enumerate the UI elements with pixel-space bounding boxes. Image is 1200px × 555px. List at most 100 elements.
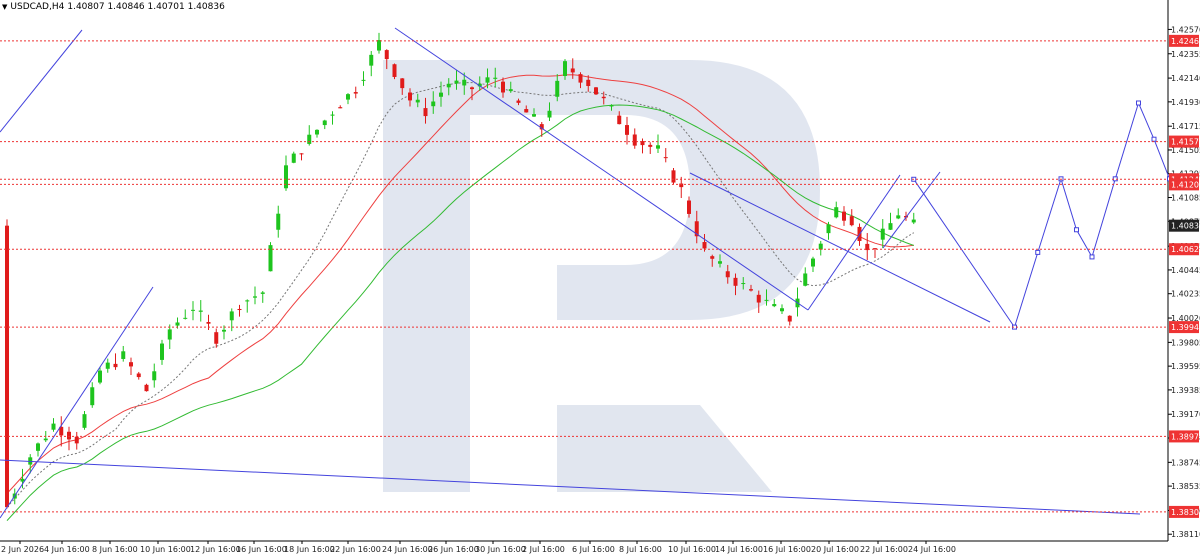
candle-body xyxy=(67,431,71,440)
candle xyxy=(656,134,660,153)
candle xyxy=(229,308,234,332)
forecast-point xyxy=(1035,249,1041,255)
candle-body xyxy=(136,373,141,378)
time-tick-label: 8 Jul 16:00 xyxy=(619,545,662,554)
candle xyxy=(811,256,815,273)
candle-body xyxy=(423,108,428,117)
candle xyxy=(338,105,343,109)
candle xyxy=(803,267,808,287)
candle-body xyxy=(160,343,164,360)
candle-body xyxy=(570,68,575,73)
candle-body xyxy=(516,100,521,103)
level-label: 1.39940 xyxy=(1171,323,1200,332)
candle xyxy=(594,87,598,96)
candle xyxy=(377,32,381,54)
candle-body xyxy=(849,216,854,226)
price-chart: 1.42570 1.42355 1.42140 1.41930 1.41715 1.415… xyxy=(0,0,1200,554)
price-tick-label: 1.40235 xyxy=(1171,290,1200,299)
candle xyxy=(59,416,64,447)
price-tick-label: 1.39385 xyxy=(1171,386,1200,395)
candle-body xyxy=(5,225,9,508)
candle-body xyxy=(601,96,606,99)
candle-body xyxy=(632,134,637,146)
candle xyxy=(276,205,281,238)
candle-body xyxy=(663,157,668,159)
price-tick-label: 1.42570 xyxy=(1171,25,1200,34)
price-tick-label: 1.39595 xyxy=(1171,362,1200,371)
candle-body xyxy=(485,77,490,83)
candle-body xyxy=(609,105,614,107)
candle xyxy=(206,314,211,331)
candle xyxy=(245,299,250,313)
level-label: 1.42469 xyxy=(1171,37,1200,46)
candle-body xyxy=(43,438,48,441)
time-tick-label: 8 Jun 16:00 xyxy=(92,545,138,554)
candle xyxy=(880,219,885,249)
candle-body xyxy=(818,243,823,250)
candle xyxy=(625,116,629,145)
candle xyxy=(5,219,9,509)
candle-body xyxy=(245,300,250,302)
candle xyxy=(315,129,319,138)
symbol-dropdown-icon[interactable]: ▼ xyxy=(2,3,7,11)
candle-body xyxy=(710,256,715,259)
candle-body xyxy=(555,80,560,97)
candle-body xyxy=(532,114,536,117)
candle xyxy=(291,151,296,164)
candle xyxy=(136,371,141,380)
candle xyxy=(346,93,350,105)
candle xyxy=(307,125,312,146)
candle-body xyxy=(408,92,412,101)
candle-body xyxy=(353,92,358,94)
ohlc-readout: 1.40807 1.40846 1.40701 1.40836 xyxy=(67,2,225,12)
candle-body xyxy=(787,315,792,322)
time-tick-label: 16 Jun 16:00 xyxy=(236,545,287,554)
candle xyxy=(361,71,366,86)
time-tick-label: 10 Jun 16:00 xyxy=(140,545,191,554)
candle xyxy=(834,201,839,219)
price-tick-label: 1.41085 xyxy=(1171,193,1200,202)
candle-body xyxy=(36,443,40,451)
candle-body xyxy=(842,211,846,221)
candle-body xyxy=(346,94,350,100)
time-tick-label: 24 Jun 16:00 xyxy=(382,545,433,554)
time-tick-label: 6 Jul 16:00 xyxy=(572,545,615,554)
candle-body xyxy=(369,54,374,66)
time-tick-label: 2 Jul 16:00 xyxy=(522,545,565,554)
time-tick-label: 12 Jun 16:00 xyxy=(190,545,241,554)
candle-body xyxy=(625,125,629,135)
candle-body xyxy=(780,308,784,312)
candle xyxy=(121,345,126,362)
candle xyxy=(299,153,304,161)
candle-body xyxy=(206,321,211,324)
trend-line xyxy=(0,29,83,133)
time-tick-label: 18 Jun 16:00 xyxy=(284,545,335,554)
candle-body xyxy=(718,261,722,264)
candle-body xyxy=(384,50,389,60)
candle-body xyxy=(400,78,405,89)
candle xyxy=(90,382,95,408)
candle xyxy=(640,138,645,154)
candle-body xyxy=(253,296,257,298)
price-tick-label: 1.41715 xyxy=(1171,122,1200,131)
candle xyxy=(322,119,327,130)
candle-body xyxy=(82,414,87,428)
candle xyxy=(826,221,831,240)
symbol-label[interactable]: USDCAD,H4 xyxy=(10,2,64,12)
candle-body xyxy=(493,77,498,79)
forecast-point xyxy=(1151,136,1157,142)
candle-body xyxy=(51,423,56,430)
trend-line xyxy=(882,171,941,249)
price-tick-label: 1.38745 xyxy=(1171,458,1200,467)
level-label: 1.41201 xyxy=(1171,180,1200,189)
candle-body xyxy=(462,79,467,86)
candle-body xyxy=(291,153,296,163)
price-tick-label: 1.39170 xyxy=(1171,410,1200,419)
candle xyxy=(330,111,335,125)
candle xyxy=(51,418,56,432)
candle-body xyxy=(741,283,746,285)
candle-body xyxy=(121,351,126,359)
candle xyxy=(152,363,157,388)
candle xyxy=(268,242,273,272)
candle-body xyxy=(129,362,133,367)
